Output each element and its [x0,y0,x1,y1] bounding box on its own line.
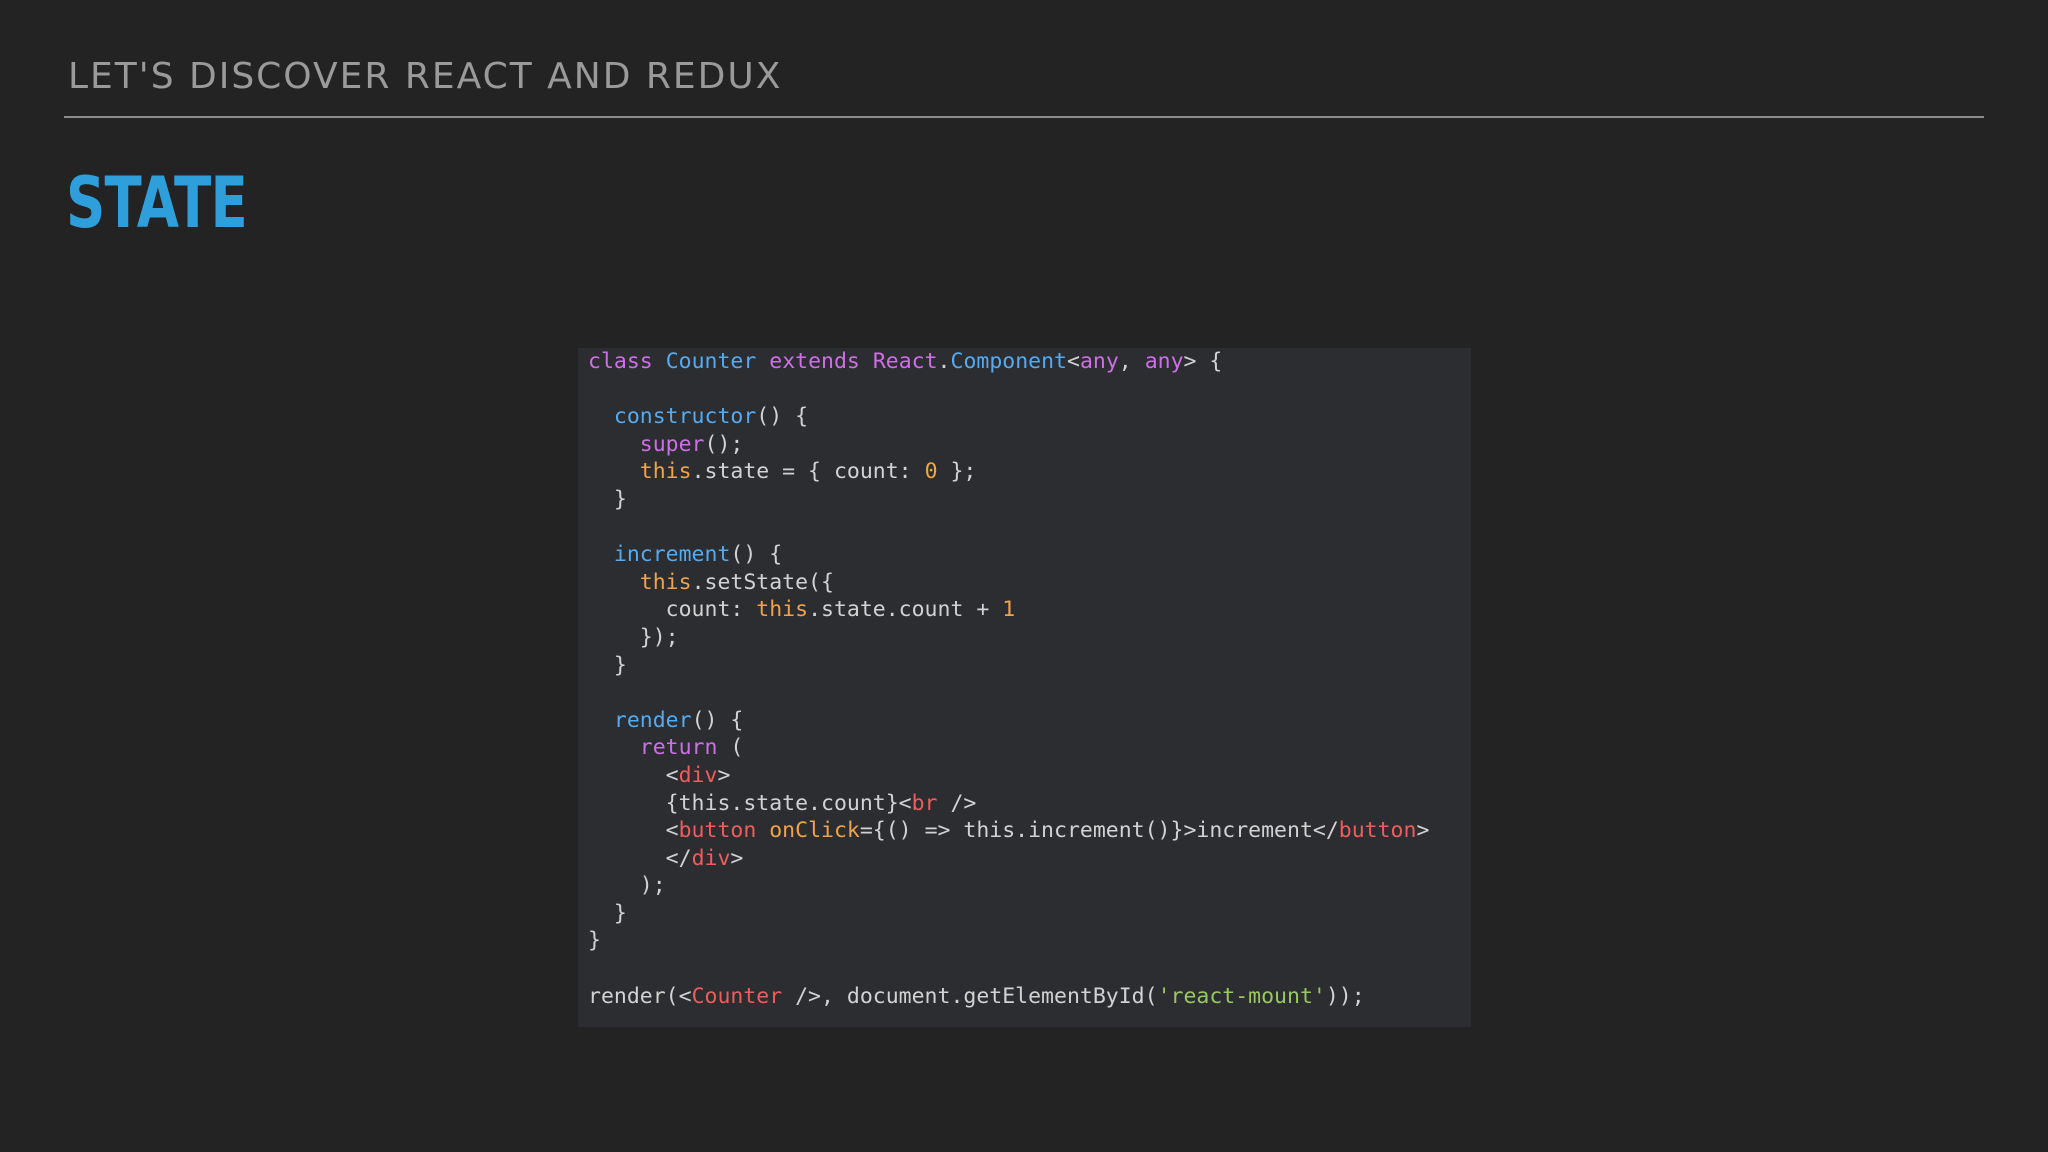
code-token: } [588,486,627,512]
code-token: .state.count + [808,597,1003,623]
code-line: </div> [588,845,1471,873]
code-token: 0 [924,459,938,485]
code-line: {this.state.count}<br /> [588,790,1471,818]
code-token: 1 [1002,597,1016,623]
code-line: return ( [588,734,1471,762]
code-token: }); [588,624,679,650]
code-token: .state = { count: [691,459,925,485]
slide-title: STATE [66,162,248,244]
code-token: () { [756,404,809,430]
code-line: render() { [588,707,1471,735]
code-token: } [588,900,627,926]
code-token: div [678,762,718,788]
code-token: class [588,349,653,374]
code-panel: class Counter extends React.Component<an… [578,348,1471,1027]
code-token: . [937,349,951,374]
code-line: } [588,486,1471,514]
code-token: } [588,652,627,678]
code-token: 'react-mount' [1157,983,1326,1009]
code-token: < [588,762,679,788]
header-divider [64,116,1984,118]
code-line: class Counter extends React.Component<an… [588,348,1471,376]
code-token: super [639,431,705,457]
code-token: ( [717,735,744,761]
code-line: }); [588,624,1471,652]
code-token: this [756,597,809,623]
code-token: React [872,349,938,374]
code-token: return [639,735,718,761]
code-token: br [911,790,938,816]
code-line: ); [588,872,1471,900]
code-line: <button onClick={() => this.increment()}… [588,817,1471,845]
code-line: } [588,652,1471,680]
code-token: any [1144,349,1184,374]
code-token: this [639,459,692,485]
code-token: onClick [769,818,860,844]
code-token: > [717,762,731,788]
code-token: render [613,707,692,733]
code-line: <div> [588,762,1471,790]
code-line: super(); [588,431,1471,459]
code-line: render(<Counter />, document.getElementB… [588,983,1471,1011]
code-token: extends [769,349,860,374]
code-line: constructor() { [588,403,1471,431]
code-block: class Counter extends React.Component<an… [588,348,1471,1010]
code-token: button [678,818,757,844]
code-token: constructor [613,404,757,430]
code-token: this [639,569,692,595]
code-token: {this.state.count}< [588,790,912,816]
code-token: ); [588,873,666,899]
code-token: /> [937,790,977,816]
code-token: increment [613,542,731,568]
code-token: div [691,845,731,871]
code-token: < [1067,349,1080,374]
slide-header: LET'S DISCOVER REACT AND REDUX [68,56,783,97]
code-token: button [1338,818,1417,844]
code-token: Component [950,349,1068,374]
code-token: (); [704,431,744,457]
code-line: this.setState({ [588,569,1471,597]
code-line: this.state = { count: 0 }; [588,458,1471,486]
code-token: </ [588,845,692,871]
code-token: () { [730,542,783,568]
code-token: count: [588,597,757,623]
code-token: />, document.getElementById( [782,983,1158,1009]
code-line: increment() { [588,541,1471,569]
code-token: Counter [665,349,757,374]
code-token: > [1416,818,1430,844]
code-line: } [588,900,1471,928]
code-token: > [730,845,744,871]
code-token: Counter [691,983,783,1009]
code-token: > { [1183,349,1223,374]
code-line: } [588,927,1471,955]
code-token: () { [691,707,744,733]
code-token: .setState({ [691,569,834,595]
code-token: render(< [588,983,692,1009]
code-token: < [588,818,679,844]
code-token: ={() => this.increment()}>increment</ [859,818,1339,844]
code-token: } [588,928,601,954]
code-token: )); [1325,983,1365,1009]
code-line: count: this.state.count + 1 [588,596,1471,624]
code-token: }; [937,459,977,485]
code-token: any [1079,349,1119,374]
code-token: , [1118,349,1145,374]
